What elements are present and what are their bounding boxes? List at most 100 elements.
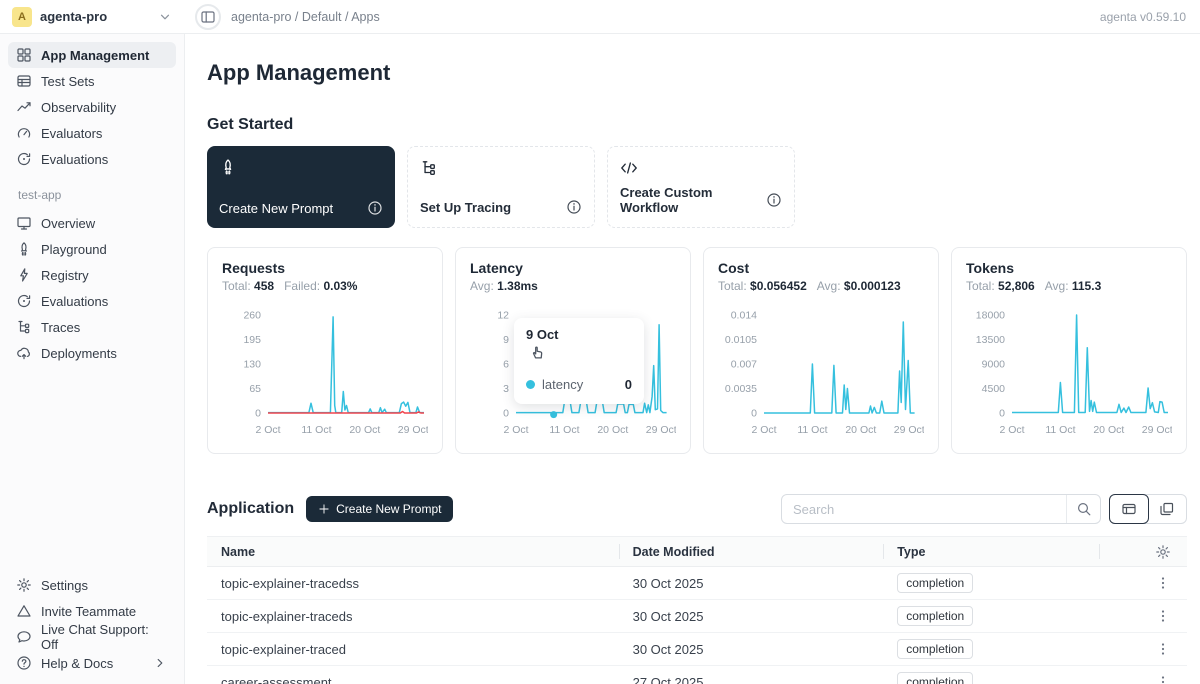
sidebar-item-evaluations[interactable]: Evaluations <box>8 146 176 172</box>
info-icon[interactable] <box>766 192 782 208</box>
refresh-icon <box>16 151 32 167</box>
chevron-down-icon <box>157 9 173 25</box>
create-custom-workflow-card[interactable]: Create Custom Workflow <box>607 146 795 228</box>
svg-text:0.0105: 0.0105 <box>725 334 757 346</box>
app-date: 27 Oct 2025 <box>619 675 884 684</box>
sidebar-item-registry[interactable]: Registry <box>8 262 176 288</box>
card-view-button[interactable] <box>1148 495 1186 523</box>
info-icon[interactable] <box>566 199 582 215</box>
search-box <box>781 494 1101 524</box>
app-name: topic-explainer-traced <box>207 642 619 657</box>
gauge-icon <box>16 125 32 141</box>
svg-text:2 Oct: 2 Oct <box>255 424 280 436</box>
sidebar-item-label: Observability <box>41 100 116 115</box>
cost-chart-card: Cost Total: $0.056452 Avg: $0.000123 00.… <box>703 247 939 454</box>
create-new-prompt-button[interactable]: Create New Prompt <box>306 496 453 522</box>
column-type[interactable]: Type <box>883 537 1099 566</box>
grid-icon <box>16 47 32 63</box>
workspace-selector[interactable]: A agenta-pro <box>0 7 185 27</box>
tooltip-date: 9 Oct <box>526 327 632 342</box>
refresh-icon <box>16 293 32 309</box>
card-label: Set Up Tracing <box>420 200 511 215</box>
table-row[interactable]: topic-explainer-tracedss 30 Oct 2025 com… <box>207 567 1187 600</box>
type-tag: completion <box>897 672 973 684</box>
monitor-icon <box>16 215 32 231</box>
sidebar-item-traces[interactable]: Traces <box>8 314 176 340</box>
sidebar-item-settings[interactable]: Settings <box>8 572 176 598</box>
type-tag: completion <box>897 573 973 593</box>
table-row[interactable]: topic-explainer-traced 30 Oct 2025 compl… <box>207 633 1187 666</box>
svg-text:29 Oct: 29 Oct <box>646 424 676 436</box>
sidebar-item-live-chat[interactable]: Live Chat Support: Off <box>8 624 176 650</box>
row-menu-icon[interactable] <box>1155 575 1171 591</box>
main-content: App Management Get Started Create New Pr… <box>185 34 1200 684</box>
search-input[interactable] <box>782 502 1066 517</box>
view-toggle <box>1109 494 1187 524</box>
tree-icon <box>16 319 32 335</box>
row-menu-icon[interactable] <box>1155 674 1171 684</box>
application-heading: Application <box>207 500 294 518</box>
svg-text:0.014: 0.014 <box>731 310 757 322</box>
chart-title: Latency <box>470 260 676 276</box>
svg-text:65: 65 <box>249 383 261 395</box>
tree-icon <box>420 159 438 177</box>
svg-text:130: 130 <box>243 359 261 371</box>
sidebar-item-test-sets[interactable]: Test Sets <box>8 68 176 94</box>
tooltip-series: latency <box>542 377 618 392</box>
sidebar-item-deployments[interactable]: Deployments <box>8 340 176 366</box>
svg-text:260: 260 <box>243 310 261 322</box>
sidebar-toggle-button[interactable] <box>195 4 221 30</box>
requests-chart: 0651301952602 Oct11 Oct20 Oct29 Oct <box>222 299 428 447</box>
table-view-button[interactable] <box>1109 494 1149 524</box>
svg-text:20 Oct: 20 Oct <box>349 424 380 436</box>
sidebar-item-observability[interactable]: Observability <box>8 94 176 120</box>
table-row[interactable]: career-assessment 27 Oct 2025 completion <box>207 666 1187 684</box>
svg-text:6: 6 <box>503 359 509 371</box>
table-row[interactable]: topic-explainer-traceds 30 Oct 2025 comp… <box>207 600 1187 633</box>
column-name[interactable]: Name <box>207 537 619 566</box>
svg-text:0.007: 0.007 <box>731 359 757 371</box>
sidebar-item-help-docs[interactable]: Help & Docs <box>8 650 176 676</box>
sidebar-item-evaluations-project[interactable]: Evaluations <box>8 288 176 314</box>
chart-title: Cost <box>718 260 924 276</box>
sidebar-item-evaluators[interactable]: Evaluators <box>8 120 176 146</box>
svg-text:13500: 13500 <box>976 334 1005 346</box>
tokens-chart: 04500900013500180002 Oct11 Oct20 Oct29 O… <box>966 299 1172 447</box>
plus-icon <box>318 503 330 515</box>
create-new-prompt-card[interactable]: Create New Prompt <box>207 146 395 228</box>
row-menu-icon[interactable] <box>1155 608 1171 624</box>
sidebar-item-app-management[interactable]: App Management <box>8 42 176 68</box>
cursor-pointer-icon <box>529 343 546 360</box>
sidebar-item-overview[interactable]: Overview <box>8 210 176 236</box>
column-date-modified[interactable]: Date Modified <box>619 537 884 566</box>
sidebar-item-playground[interactable]: Playground <box>8 236 176 262</box>
svg-text:11 Oct: 11 Oct <box>301 424 331 436</box>
svg-text:11 Oct: 11 Oct <box>549 424 579 436</box>
requests-chart-card: Requests Total: 458 Failed: 0.03% 065130… <box>207 247 443 454</box>
project-group-label: test-app <box>18 188 176 202</box>
svg-text:29 Oct: 29 Oct <box>894 424 924 436</box>
chart-stats: Avg: 1.38ms <box>470 279 676 293</box>
search-icon <box>1076 501 1092 517</box>
series-dot <box>526 380 535 389</box>
info-icon[interactable] <box>367 200 383 216</box>
app-version: agenta v0.59.10 <box>1100 10 1200 24</box>
sidebar-item-label: Evaluations <box>41 152 108 167</box>
chart-title: Tokens <box>966 260 1172 276</box>
rocket-icon <box>16 241 32 257</box>
svg-text:195: 195 <box>243 334 261 346</box>
app-date: 30 Oct 2025 <box>619 576 884 591</box>
set-up-tracing-card[interactable]: Set Up Tracing <box>407 146 595 228</box>
applications-table: Name Date Modified Type topic-explainer-… <box>207 536 1187 684</box>
search-button[interactable] <box>1066 495 1100 523</box>
sidebar-item-invite-teammate[interactable]: Invite Teammate <box>8 598 176 624</box>
sidebar-item-label: Deployments <box>41 346 117 361</box>
row-menu-icon[interactable] <box>1155 641 1171 657</box>
table-settings-icon[interactable] <box>1155 544 1171 560</box>
chart-tooltip: 9 Oct latency 0 <box>514 318 644 404</box>
chart-stats: Total: 458 Failed: 0.03% <box>222 279 428 293</box>
svg-text:9: 9 <box>503 334 509 346</box>
card-view-icon <box>1159 501 1175 517</box>
svg-text:0: 0 <box>255 408 261 420</box>
page-title: App Management <box>207 60 1187 86</box>
